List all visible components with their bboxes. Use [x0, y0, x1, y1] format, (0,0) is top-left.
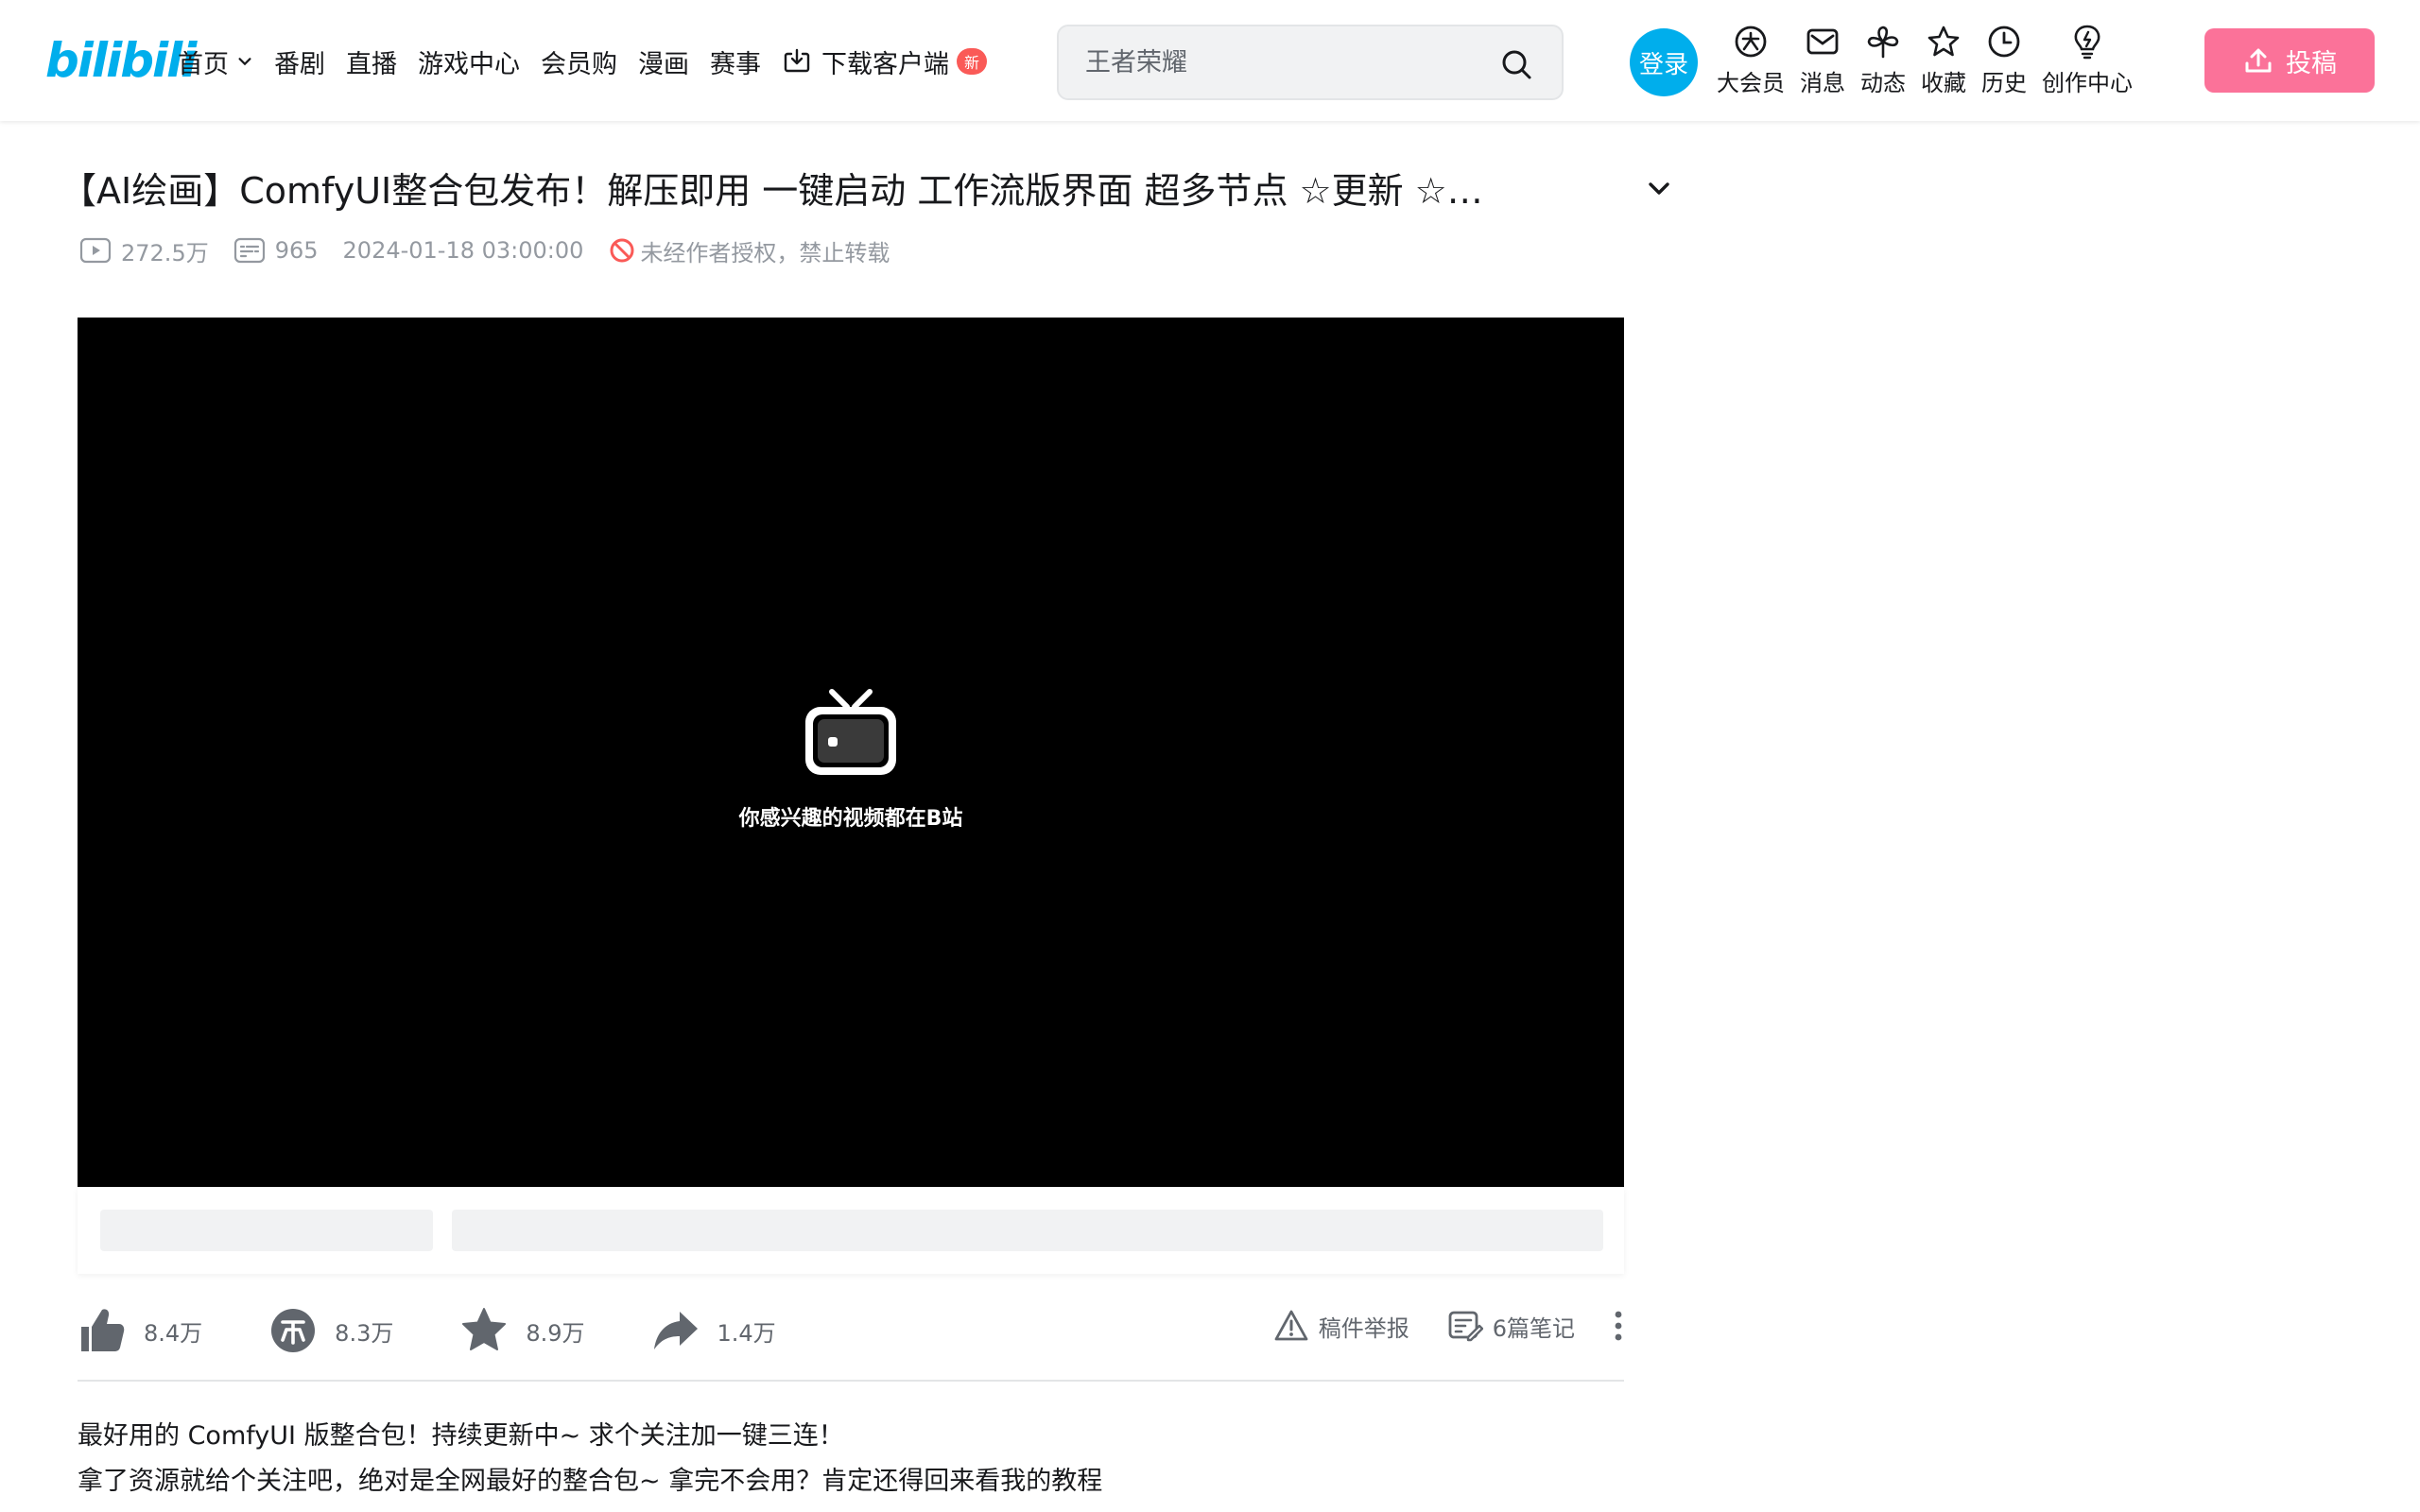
upload-icon: [2245, 48, 2272, 73]
video-title-row: 【AI绘画】ComfyUI整合包发布！解压即用 一键启动 工作流版界面 超多节点…: [60, 159, 1669, 215]
report-label: 稿件举报: [1318, 1314, 1409, 1342]
video-meta: 272.5万 965 2024-01-18 03:00:00 未经作者授权，禁止…: [79, 234, 914, 266]
bilibili-tv-icon: [805, 689, 896, 775]
like-icon: [81, 1309, 125, 1351]
login-label: 登录: [1638, 50, 1688, 79]
entry-dynamic[interactable]: 动态: [1860, 23, 1906, 102]
upload-label: 投稿: [2286, 48, 2337, 78]
share-button[interactable]: 1.4万: [651, 1306, 776, 1355]
nav-mall-label: 会员购: [541, 49, 617, 79]
description-line-2: 拿了资源就给个关注吧，绝对是全网最好的整合包~ 拿完不会用？肯定还得回来看我的教…: [78, 1467, 1103, 1496]
search-box: [1057, 25, 1564, 100]
chevron-down-icon[interactable]: [1645, 174, 1673, 202]
share-icon: [653, 1312, 698, 1349]
entry-message-label: 消息: [1800, 70, 1845, 96]
favorite-button[interactable]: 8.9万: [459, 1306, 585, 1355]
nav-match-label: 赛事: [710, 49, 761, 79]
toolbar-right: 稿件举报 6篇笔记: [1236, 1308, 1624, 1344]
danmaku-input-placeholder[interactable]: [452, 1210, 1603, 1251]
video-description: 最好用的 ComfyUI 版整合包！持续更新中~ 求个关注加一键三连！ 拿了资源…: [78, 1414, 1624, 1504]
nav-home[interactable]: 首页: [178, 43, 253, 80]
warning-icon: [1274, 1310, 1308, 1341]
view-count: 272.5万: [79, 234, 209, 267]
like-button[interactable]: 8.4万: [78, 1306, 202, 1355]
top-nav: 首页 番剧 直播 游戏中心 会员购 漫画 赛事 下载客户端 新: [178, 38, 1008, 85]
nav-manga[interactable]: 漫画: [638, 43, 689, 80]
coin-button[interactable]: 8.3万: [268, 1306, 393, 1355]
more-icon[interactable]: [1613, 1308, 1624, 1344]
notes-button[interactable]: 6篇笔记: [1447, 1308, 1575, 1344]
favorite-count: 8.9万: [526, 1319, 585, 1347]
nav-mall[interactable]: 会员购: [541, 43, 617, 80]
entry-favorite[interactable]: 收藏: [1921, 23, 1966, 102]
nav-manga-label: 漫画: [638, 49, 689, 79]
message-icon: [1806, 28, 1839, 55]
entry-vip-label: 大会员: [1717, 70, 1785, 96]
player-info-placeholder: [100, 1210, 433, 1251]
video-title: 【AI绘画】ComfyUI整合包发布！解压即用 一键启动 工作流版界面 超多节点…: [60, 169, 1483, 212]
creator-icon: [2074, 25, 2100, 60]
video-toolbar: 8.4万 8.3万 8.9万 1.4万 稿件举报 6篇笔记: [78, 1297, 1624, 1365]
nav-live[interactable]: 直播: [346, 43, 397, 80]
dynamic-icon: [1867, 26, 1899, 59]
danmaku-count: 965: [233, 236, 319, 265]
bilibili-logo[interactable]: bilibili: [45, 32, 197, 89]
search-icon[interactable]: [1499, 47, 1533, 81]
publish-date: 2024-01-18 03:00:00: [343, 237, 584, 264]
nav-game-center-label: 游戏中心: [418, 49, 520, 79]
right-entries: 大会员 消息 动态 收藏 历史 创作中心: [1709, 23, 2140, 102]
like-count: 8.4万: [144, 1319, 203, 1347]
copyright-notice: 未经作者授权，禁止转载: [608, 234, 890, 267]
nav-download-label: 下载客户端: [821, 49, 949, 79]
danmaku-count-value: 965: [274, 237, 319, 264]
nav-home-label: 首页: [178, 49, 229, 79]
history-icon: [1988, 26, 2020, 58]
description-line-1: 最好用的 ComfyUI 版整合包！持续更新中~ 求个关注加一键三连！: [78, 1421, 844, 1451]
play-count-icon: [79, 237, 112, 264]
entry-dynamic-label: 动态: [1860, 70, 1906, 96]
new-badge: 新: [957, 48, 988, 75]
nav-live-label: 直播: [346, 49, 397, 79]
login-avatar-button[interactable]: 登录: [1630, 28, 1698, 96]
nav-match[interactable]: 赛事: [710, 43, 761, 80]
nav-anime[interactable]: 番剧: [274, 43, 325, 80]
coin-count: 8.3万: [335, 1319, 394, 1347]
search-input[interactable]: [1085, 47, 1482, 77]
toolbar-divider: [78, 1380, 1624, 1382]
star-icon: [462, 1308, 507, 1350]
top-header: bilibili 首页 番剧 直播 游戏中心 会员购 漫画 赛事 下载客户端 新…: [0, 0, 2420, 121]
nav-game-center[interactable]: 游戏中心: [418, 43, 520, 80]
no-reprint-icon: [610, 238, 634, 263]
notes-label: 6篇笔记: [1492, 1314, 1575, 1342]
view-count-value: 272.5万: [121, 239, 209, 266]
entry-history-label: 历史: [1981, 70, 2027, 96]
video-player[interactable]: 你感兴趣的视频都在B站: [78, 318, 1624, 1187]
entry-message[interactable]: 消息: [1800, 23, 1845, 102]
danmaku-icon: [233, 237, 265, 264]
coin-icon: [271, 1309, 316, 1352]
entry-creator-label: 创作中心: [2042, 70, 2133, 96]
entry-creator[interactable]: 创作中心: [2042, 23, 2133, 102]
entry-favorite-label: 收藏: [1921, 70, 1966, 96]
logo-text: bilibili: [45, 33, 197, 88]
entry-vip[interactable]: 大会员: [1717, 23, 1785, 102]
note-icon: [1448, 1311, 1483, 1342]
vip-icon: [1735, 26, 1767, 58]
nav-anime-label: 番剧: [274, 49, 325, 79]
favorite-icon: [1927, 26, 1960, 57]
player-slogan: 你感兴趣的视频都在B站: [738, 807, 963, 831]
publish-date-value: 2024-01-18 03:00:00: [342, 237, 584, 264]
download-icon: [784, 48, 810, 73]
upload-button[interactable]: 投稿: [2204, 28, 2375, 93]
danmaku-sending-bar: [78, 1187, 1624, 1274]
copyright-text: 未经作者授权，禁止转载: [640, 239, 890, 266]
nav-download-client[interactable]: 下载客户端 新: [782, 43, 988, 80]
share-count: 1.4万: [717, 1319, 776, 1347]
chevron-down-icon: [238, 58, 251, 66]
entry-history[interactable]: 历史: [1981, 23, 2027, 102]
report-button[interactable]: 稿件举报: [1273, 1308, 1409, 1344]
